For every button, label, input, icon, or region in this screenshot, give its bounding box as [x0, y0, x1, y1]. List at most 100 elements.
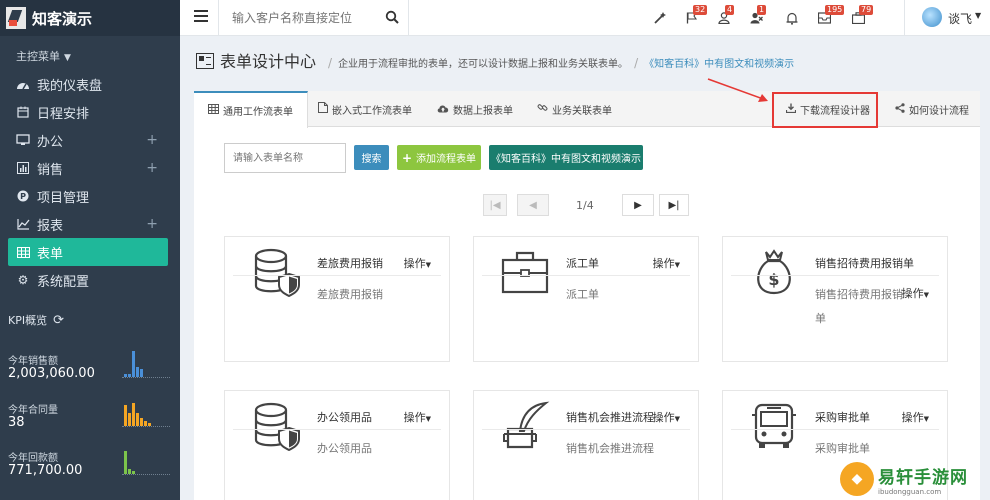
watermark-main: 易轩手游网	[878, 467, 968, 488]
card-actions-label: 操作	[652, 257, 675, 270]
table-icon	[16, 245, 30, 259]
kpi-bar	[124, 405, 127, 426]
chevron-down-icon[interactable]: ▼	[975, 11, 981, 20]
kpi-label: 今年销售额	[8, 356, 58, 367]
page-description: 企业用于流程审批的表单，还可以设计数据上报和业务关联表单。	[338, 59, 629, 70]
card-actions-dropdown[interactable]: 操作▼	[653, 255, 680, 271]
wiki-link[interactable]: 《知客百科》中有图文和视频演示	[644, 55, 794, 70]
kpi-bar	[128, 469, 131, 474]
kpi-bar	[128, 374, 131, 377]
form-card[interactable]: 派工单 操作▼ 派工单	[473, 236, 699, 362]
card-actions-dropdown[interactable]: 操作▼	[902, 409, 929, 425]
menu-heading[interactable]: 主控菜单 ▼	[0, 36, 180, 70]
sidebar-item-reports[interactable]: 报表 +	[0, 210, 180, 238]
sidebar-item-label: 报表	[37, 218, 64, 234]
tab-general-workflow[interactable]: 通用工作流表单	[194, 91, 308, 128]
page-title: 表单设计中心	[220, 52, 317, 71]
briefcase-badge: 79	[859, 5, 874, 15]
kpi-bar	[144, 421, 147, 426]
file-icon	[318, 102, 328, 116]
divider	[904, 0, 905, 36]
sidebar-item-projects[interactable]: P 项目管理	[0, 182, 180, 210]
card-subtitle: 办公领用品	[317, 442, 372, 455]
divider	[218, 0, 219, 36]
last-page-button[interactable]: ▶|	[659, 194, 689, 216]
menu-heading-label: 主控菜单	[16, 50, 60, 63]
kpi-title: KPI概览	[8, 314, 48, 327]
expand-plus-icon[interactable]: +	[146, 216, 158, 232]
card-subtitle: 派工单	[566, 288, 599, 301]
caret-down-icon: ▼	[674, 261, 680, 269]
user-icon[interactable]: 4	[716, 5, 735, 26]
kpi-sales: 今年销售额 2,003,060.00	[0, 351, 180, 394]
caret-down-icon: ▼	[425, 415, 431, 423]
kpi-bar	[136, 413, 139, 426]
menu-toggle-icon[interactable]	[194, 10, 208, 22]
caret-down-icon: ▼	[923, 415, 929, 423]
briefcase-icon	[501, 251, 549, 294]
card-actions-dropdown[interactable]: 操作▼	[653, 409, 680, 425]
search-button[interactable]: 搜索	[354, 145, 389, 170]
sidebar-item-sales[interactable]: 销售 +	[0, 154, 180, 182]
dashboard-icon	[16, 77, 30, 91]
tab-business-link[interactable]: 业务关联表单	[537, 91, 612, 127]
card-title: 差旅费用报销	[317, 257, 383, 270]
sidebar-item-settings[interactable]: ⚙ 系统配置	[0, 266, 180, 294]
prev-page-button[interactable]: ◀	[517, 194, 549, 216]
card-actions-dropdown[interactable]: 操作▼	[404, 255, 431, 271]
sidebar-item-forms[interactable]: 表单	[8, 238, 168, 266]
bell-icon[interactable]	[784, 10, 800, 26]
magic-icon[interactable]	[652, 10, 668, 26]
how-to-design-button[interactable]: 如何设计流程	[895, 91, 969, 127]
wiki-guide-button[interactable]: 《知客百科》中有图文和视频演示	[489, 145, 643, 170]
expand-plus-icon[interactable]: +	[146, 160, 158, 176]
tab-data-report[interactable]: 数据上报表单	[437, 91, 513, 127]
tab-embedded-workflow[interactable]: 嵌入式工作流表单	[318, 91, 412, 127]
form-card[interactable]: 办公领用品 操作▼ 办公领用品	[224, 390, 450, 500]
card-actions-dropdown[interactable]: 操作▼	[404, 409, 431, 425]
search-icon[interactable]	[385, 10, 399, 24]
tab-label: 业务关联表单	[552, 105, 612, 117]
separator: /	[634, 56, 639, 70]
expand-plus-icon[interactable]: +	[146, 132, 158, 148]
brand-logo	[6, 7, 26, 29]
form-card[interactable]: 差旅费用报销 操作▼ 差旅费用报销	[224, 236, 450, 362]
sidebar-item-office[interactable]: 办公 +	[0, 126, 180, 154]
card-actions-label: 操作	[652, 411, 675, 424]
card-actions-dropdown[interactable]: 操作▼	[902, 285, 929, 301]
sidebar-item-schedule[interactable]: 日程安排	[0, 98, 180, 126]
kpi-bar	[148, 423, 151, 426]
inbox-icon[interactable]: 195	[816, 5, 845, 26]
sidebar-item-dashboard[interactable]: 我的仪表盘	[0, 70, 180, 98]
divider	[233, 275, 441, 276]
add-form-button[interactable]: + 添加流程表单	[397, 145, 481, 170]
customer-search-input[interactable]	[232, 8, 382, 28]
inkwell-icon	[503, 401, 550, 449]
sidebar-item-label: 办公	[37, 134, 64, 150]
kpi-bar	[128, 413, 131, 426]
form-card[interactable]: 销售机会推进流程 操作▼ 销售机会推进流程	[473, 390, 699, 500]
next-page-button[interactable]: ▶	[622, 194, 654, 216]
card-actions-label: 操作	[901, 287, 924, 300]
sidebar-item-label: 项目管理	[37, 190, 90, 206]
refresh-icon[interactable]: ⟳	[53, 313, 64, 328]
sidebar-item-label: 销售	[37, 162, 64, 178]
first-page-button[interactable]: |◀	[483, 194, 507, 216]
user-badge: 4	[725, 5, 735, 15]
avatar[interactable]	[922, 7, 942, 27]
briefcase-icon[interactable]: 79	[850, 5, 874, 26]
flag-badge: 32	[693, 5, 708, 15]
card-title: 办公领用品	[317, 411, 372, 424]
flag-icon[interactable]: 32	[684, 5, 708, 26]
user-remove-icon[interactable]: 1	[748, 5, 767, 26]
form-name-input[interactable]	[224, 143, 346, 173]
form-card[interactable]: $ 销售招待费用报销单 销售招待费用报销单 操作▼	[722, 236, 948, 362]
plus-icon: +	[401, 150, 413, 165]
brand[interactable]: 知客演示	[0, 0, 180, 36]
kpi-bar	[136, 367, 139, 377]
database-shield-icon	[254, 248, 300, 297]
card-subtitle: 差旅费用报销	[317, 288, 383, 301]
share-icon	[895, 102, 905, 116]
kpi-bar	[132, 351, 135, 377]
user-name[interactable]: 谈飞	[948, 10, 972, 27]
